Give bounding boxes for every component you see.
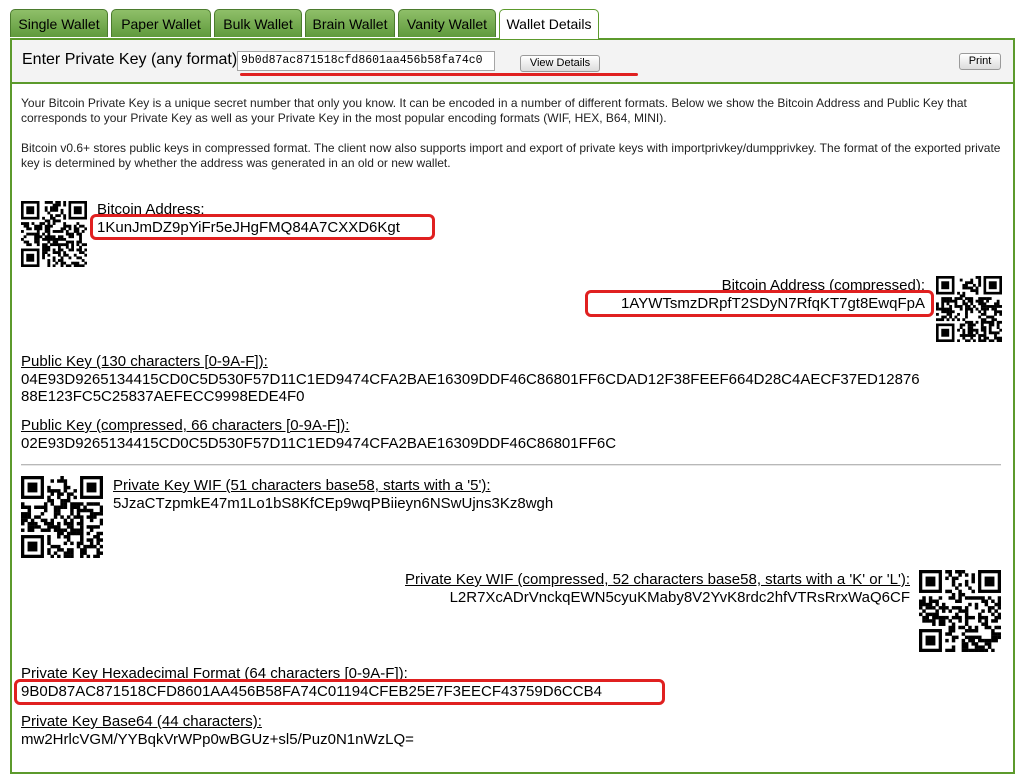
tab-wallet-details[interactable]: Wallet Details (499, 9, 599, 39)
private-key-entry-bar: Enter Private Key (any format) 9b0d87ac8… (10, 38, 1015, 84)
public-key-compressed-value: 02E93D9265134415CD0C5D530F57D11C1ED9474C… (21, 435, 617, 452)
public-key-compressed-label: Public Key (compressed, 66 characters [0… (21, 417, 350, 434)
intro-paragraph: Your Bitcoin Private Key is a unique sec… (21, 96, 967, 125)
private-key-base64-label: Private Key Base64 (44 characters): (21, 713, 262, 730)
qr-private-key-wif-icon (21, 476, 103, 558)
input-highlight-underline (240, 73, 638, 76)
private-key-hex-highlight (14, 679, 665, 705)
private-key-input[interactable]: 9b0d87ac871518cfd8601aa456b58fa74c0 (237, 51, 495, 71)
qr-private-key-wif-compressed-icon (919, 570, 1001, 652)
private-key-wif-compressed-label: Private Key WIF (compressed, 52 characte… (405, 571, 910, 588)
tab-brain-wallet[interactable]: Brain Wallet (305, 9, 395, 37)
tab-paper-wallet[interactable]: Paper Wallet (111, 9, 211, 37)
tab-vanity-wallet[interactable]: Vanity Wallet (398, 9, 496, 37)
compression-note-paragraph: Bitcoin v0.6+ stores public keys in comp… (21, 141, 1001, 170)
qr-bitcoin-address-icon (21, 201, 87, 267)
private-key-base64-value: mw2HrlcVGM/YYBqkVrWPp0wBGUz+sl5/Puz0N1nW… (21, 731, 414, 748)
private-key-entry-label: Enter Private Key (any format) (22, 51, 238, 68)
section-divider (21, 464, 1001, 466)
private-key-wif-label: Private Key WIF (51 characters base58, s… (113, 477, 491, 494)
tab-bulk-wallet[interactable]: Bulk Wallet (214, 9, 302, 37)
view-details-button[interactable]: View Details (520, 55, 600, 72)
print-button[interactable]: Print (959, 53, 1001, 70)
private-key-wif-value: 5JzaCTzpmkE47m1Lo1bS8KfCEp9wqPBiieyn6NSw… (113, 495, 554, 512)
public-key-line-1: 04E93D9265134415CD0C5D530F57D11C1ED9474C… (21, 371, 920, 388)
public-key-label: Public Key (130 characters [0-9A-F]): (21, 353, 268, 370)
public-key-line-2: 88E123FC5C25837AEFECC9998EDE4F0 (21, 388, 305, 405)
private-key-wif-compressed-value: L2R7XcADrVnckqEWN5cyuKMaby8V2YvK8rdc2hfV… (449, 589, 910, 606)
bitcoin-address-compressed-highlight (585, 290, 934, 317)
bitcoin-address-highlight (90, 214, 435, 240)
tab-single-wallet[interactable]: Single Wallet (10, 9, 108, 37)
qr-bitcoin-address-compressed-icon (936, 276, 1002, 342)
